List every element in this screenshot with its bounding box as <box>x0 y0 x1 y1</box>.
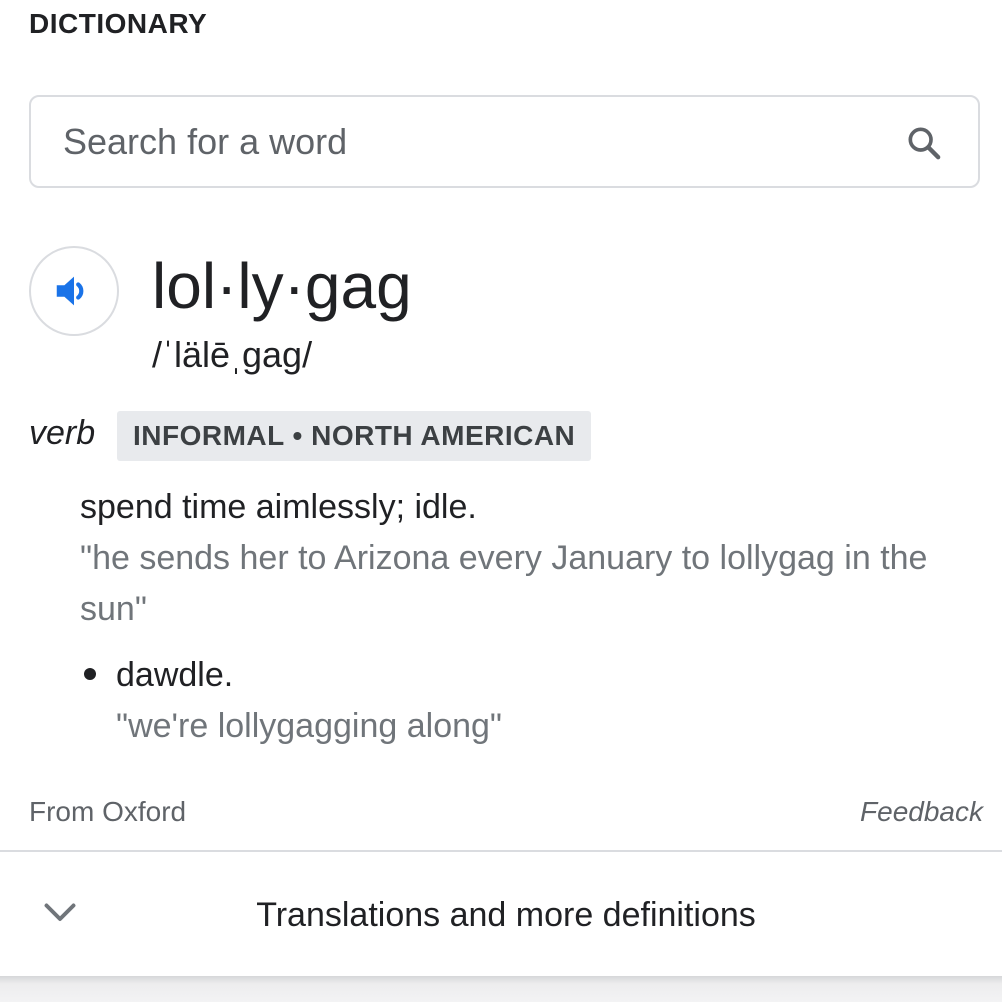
pronunciation-audio-button[interactable] <box>29 246 119 336</box>
speaker-icon <box>56 276 84 306</box>
translations-expander[interactable]: Translations and more definitions <box>0 852 1002 976</box>
subsense-bullet <box>84 668 96 680</box>
sense-definition: spend time aimlessly; idle. <box>80 488 477 526</box>
translations-label: Translations and more definitions <box>256 896 756 934</box>
feedback-link[interactable]: Feedback <box>860 792 983 832</box>
register-tag: INFORMAL • NORTH AMERICAN <box>117 411 592 461</box>
sense-example: "he sends her to Arizona every January t… <box>80 539 928 628</box>
pronunciation-text: /ˈlälēˌgag/ <box>152 334 313 375</box>
source-attribution: From Oxford <box>29 796 187 827</box>
subsense-definition: dawdle. <box>116 656 234 694</box>
part-of-speech: verb <box>29 414 96 452</box>
card-bottom-edge <box>0 976 1002 1002</box>
search-icon[interactable] <box>904 123 944 163</box>
dictionary-section-title: DICTIONARY <box>29 8 208 39</box>
word-search-box[interactable] <box>29 95 980 188</box>
headword: lol·ly·gag <box>152 250 412 322</box>
search-input[interactable] <box>63 97 883 186</box>
subsense-example: "we're lollygagging along" <box>116 707 502 745</box>
